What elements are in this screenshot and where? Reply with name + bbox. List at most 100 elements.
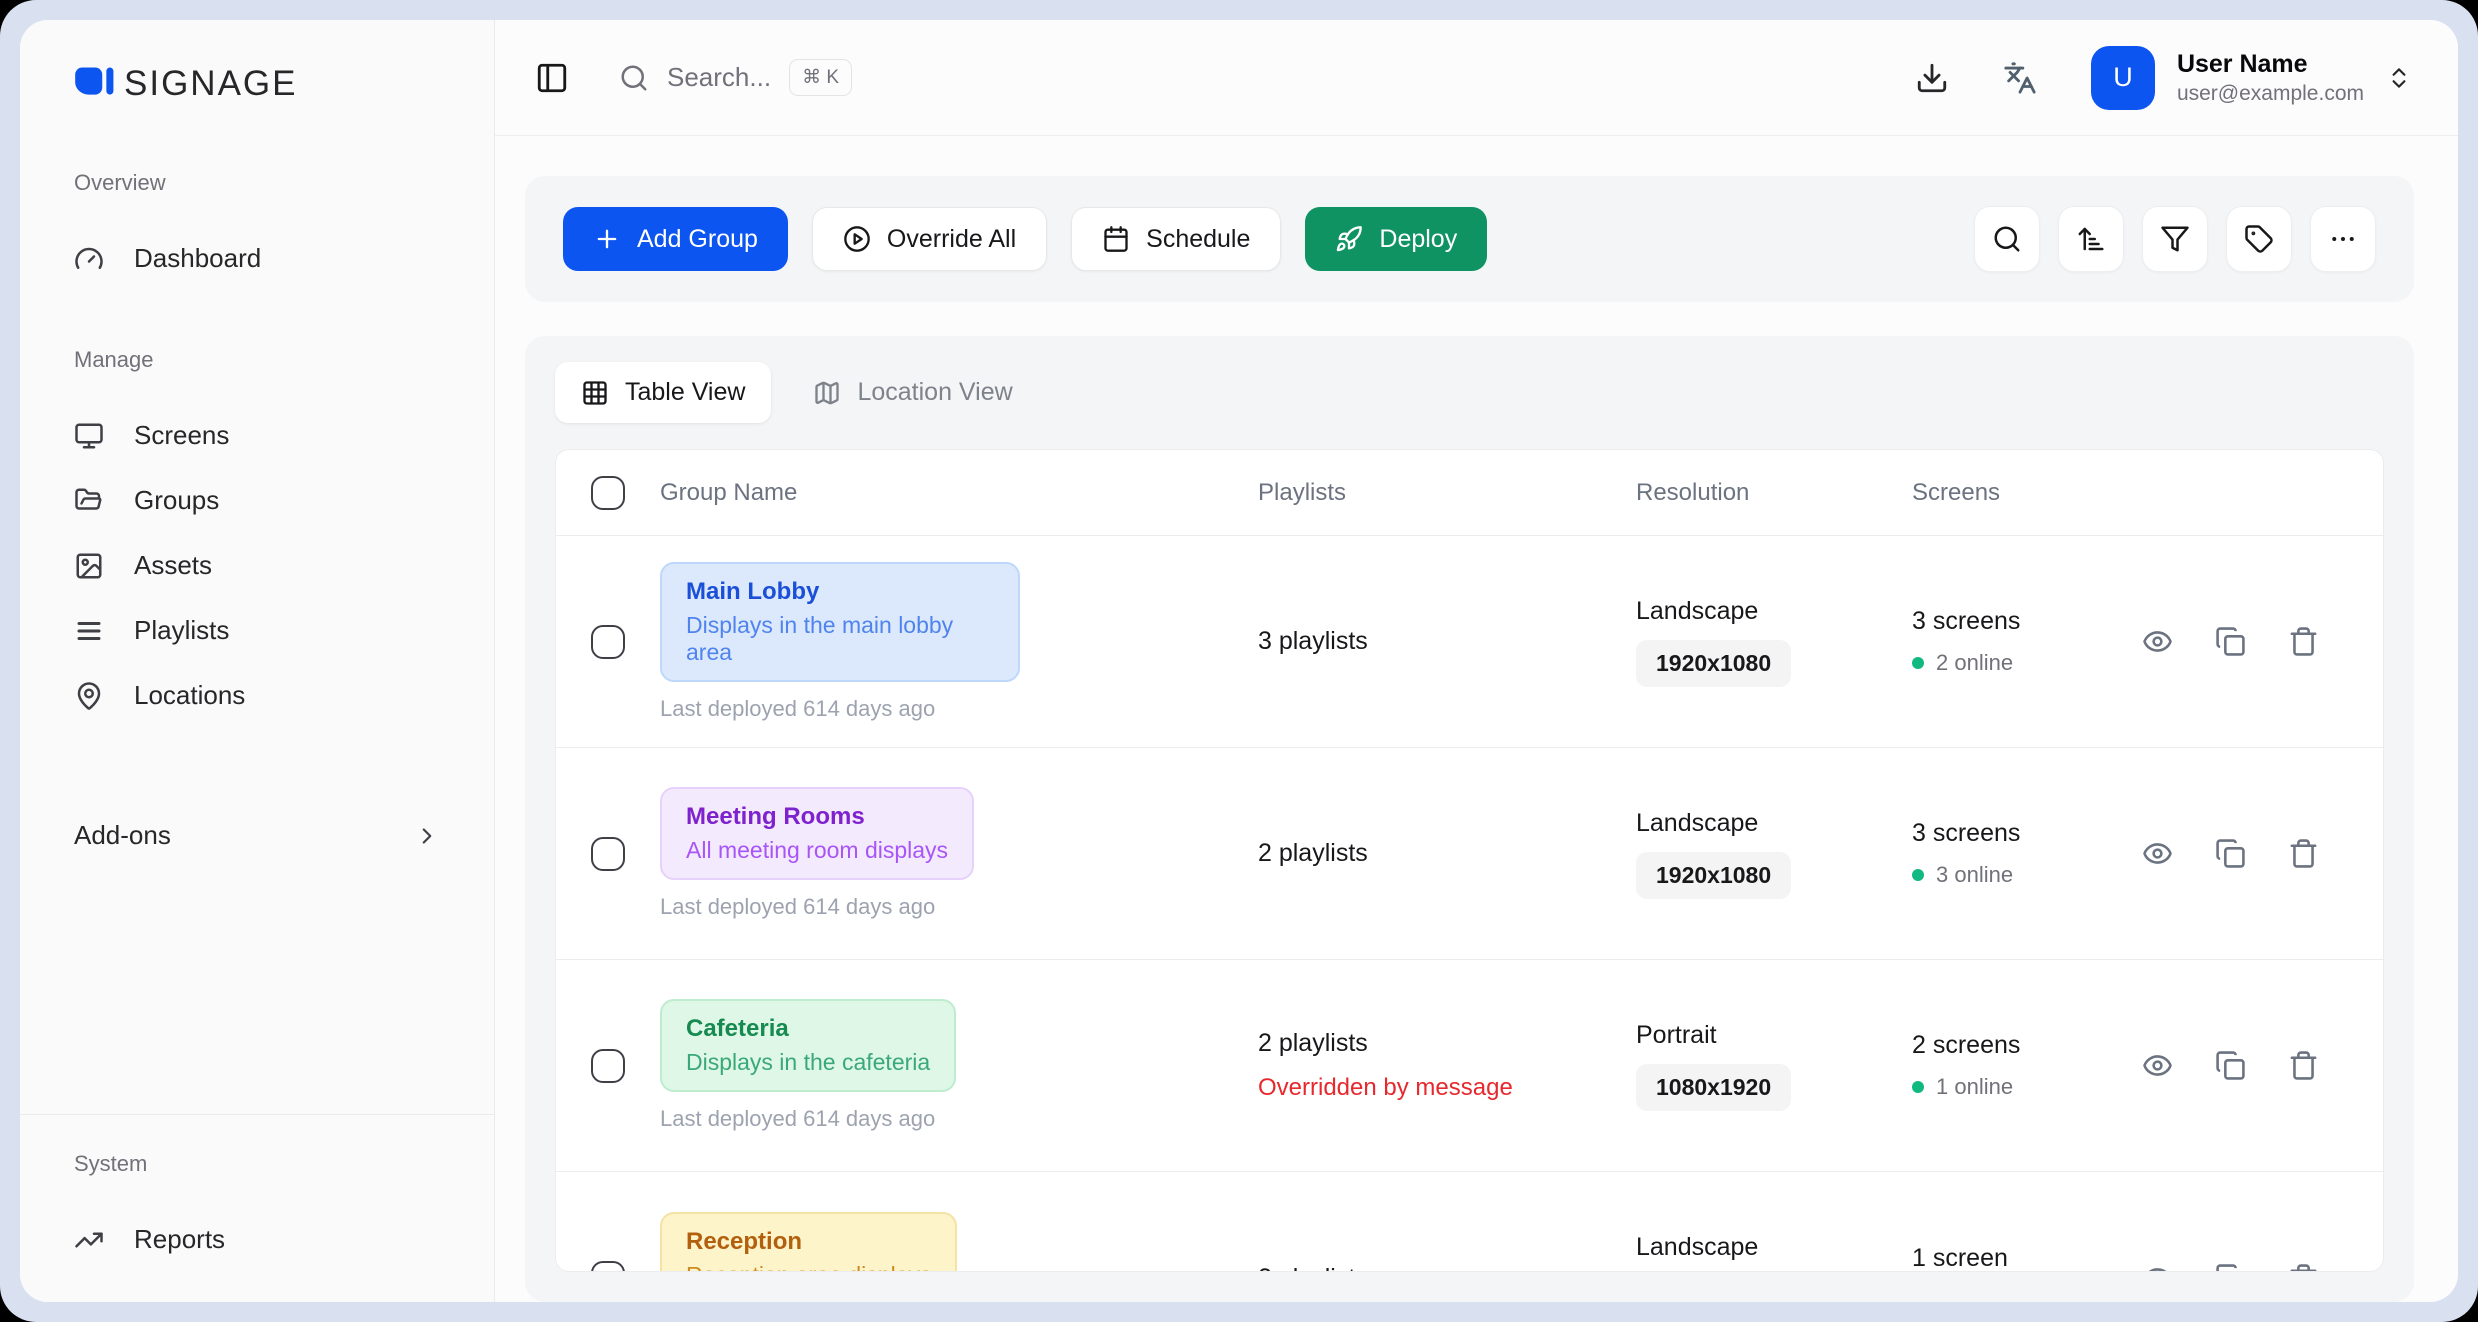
panel-left-icon [535, 61, 569, 95]
row-checkbox[interactable] [591, 625, 625, 659]
delete-group-button[interactable] [2288, 626, 2319, 657]
brand-name: SIGNAGE [124, 64, 297, 104]
group-card[interactable]: Meeting Rooms All meeting room displays [660, 787, 974, 880]
schedule-button[interactable]: Schedule [1071, 207, 1281, 271]
table-header: Group Name Playlists Resolution Screens [556, 450, 2383, 536]
column-group-name: Group Name [660, 479, 1258, 507]
section-label-manage: Manage [20, 347, 494, 373]
online-count: 1 online [1936, 1074, 2013, 1100]
eye-icon [2142, 626, 2173, 657]
view-group-button[interactable] [2142, 626, 2173, 657]
row-checkbox[interactable] [591, 1261, 625, 1272]
plus-icon [593, 225, 621, 253]
trending-up-icon [74, 1225, 104, 1255]
main-area: Search... ⌘ K U User Name [495, 20, 2458, 1302]
addons-label: Add-ons [74, 820, 171, 851]
group-description: Displays in the cafeteria [686, 1049, 930, 1076]
table-row: Cafeteria Displays in the cafeteria Last… [556, 960, 2383, 1172]
group-name: Reception [686, 1228, 931, 1256]
sidebar-item-label: Dashboard [134, 243, 261, 274]
sort-ascending-icon [2076, 224, 2106, 254]
trash-icon [2288, 838, 2319, 869]
duplicate-group-button[interactable] [2215, 1050, 2246, 1081]
add-group-button[interactable]: Add Group [563, 207, 788, 271]
calendar-icon [1102, 225, 1130, 253]
sidebar-item-locations[interactable]: Locations [20, 663, 494, 728]
topbar: Search... ⌘ K U User Name [495, 20, 2458, 136]
view-group-button[interactable] [2142, 1263, 2173, 1273]
copy-icon [2215, 1263, 2246, 1273]
tag-icon [2244, 224, 2274, 254]
select-all-checkbox[interactable] [591, 476, 625, 510]
last-deployed-text: Last deployed 614 days ago [660, 1106, 1258, 1132]
table-panel: Table View Location View Group Name Play… [525, 336, 2414, 1302]
duplicate-group-button[interactable] [2215, 838, 2246, 869]
search-shortcut-badge: ⌘ K [789, 59, 852, 96]
sidebar-item-assets[interactable]: Assets [20, 533, 494, 598]
sidebar-system-section: System Reports [20, 1114, 494, 1302]
delete-group-button[interactable] [2288, 1263, 2319, 1273]
group-card[interactable]: Cafeteria Displays in the cafeteria [660, 999, 956, 1092]
download-button[interactable] [1915, 61, 1949, 95]
sidebar-item-reports[interactable]: Reports [20, 1207, 494, 1272]
sort-button[interactable] [2058, 206, 2124, 272]
playlists-count: 2 playlists [1258, 839, 1636, 868]
tag-button[interactable] [2226, 206, 2292, 272]
tab-table-view[interactable]: Table View [555, 362, 771, 423]
copy-icon [2215, 838, 2246, 869]
delete-group-button[interactable] [2288, 838, 2319, 869]
last-deployed-text: Last deployed 614 days ago [660, 696, 1258, 722]
search-input[interactable]: Search... ⌘ K [619, 59, 852, 96]
more-icon [2328, 224, 2358, 254]
groups-table: Group Name Playlists Resolution Screens … [555, 449, 2384, 1272]
copy-icon [2215, 626, 2246, 657]
sidebar-item-screens[interactable]: Screens [20, 403, 494, 468]
table-row: Main Lobby Displays in the main lobby ar… [556, 536, 2383, 748]
online-dot [1912, 1081, 1924, 1093]
trash-icon [2288, 1263, 2319, 1273]
sidebar-item-playlists[interactable]: Playlists [20, 598, 494, 663]
table-row: Meeting Rooms All meeting room displays … [556, 748, 2383, 960]
column-resolution: Resolution [1636, 479, 1912, 507]
deploy-button[interactable]: Deploy [1305, 207, 1487, 271]
sidebar-toggle-button[interactable] [535, 61, 569, 95]
row-checkbox[interactable] [591, 837, 625, 871]
monitor-icon [74, 421, 104, 451]
view-group-button[interactable] [2142, 1050, 2173, 1081]
group-card[interactable]: Main Lobby Displays in the main lobby ar… [660, 562, 1020, 682]
user-menu[interactable]: U User Name user@example.com [2091, 46, 2412, 110]
sidebar-item-groups[interactable]: Groups [20, 468, 494, 533]
online-count: 3 online [1936, 862, 2013, 888]
view-group-button[interactable] [2142, 838, 2173, 869]
duplicate-group-button[interactable] [2215, 626, 2246, 657]
rocket-icon [1335, 225, 1363, 253]
language-button[interactable] [2003, 61, 2037, 95]
more-button[interactable] [2310, 206, 2376, 272]
chevrons-up-down-icon [2386, 65, 2412, 91]
table-search-button[interactable] [1974, 206, 2040, 272]
playlists-count: 2 playlists [1258, 1029, 1636, 1058]
sidebar-item-addons[interactable]: Add-ons [20, 800, 494, 871]
sidebar-item-label: Groups [134, 485, 219, 516]
image-icon [74, 551, 104, 581]
screens-count: 3 screens [1912, 819, 2142, 848]
column-screens: Screens [1912, 479, 2142, 507]
group-card[interactable]: Reception Reception area displays [660, 1212, 957, 1273]
duplicate-group-button[interactable] [2215, 1263, 2246, 1273]
delete-group-button[interactable] [2288, 1050, 2319, 1081]
tab-location-view[interactable]: Location View [787, 362, 1038, 423]
map-icon [813, 379, 841, 407]
screens-count: 1 screen [1912, 1244, 2142, 1273]
row-checkbox[interactable] [591, 1049, 625, 1083]
resolution-badge: 1920x1080 [1636, 852, 1791, 899]
filter-button[interactable] [2142, 206, 2208, 272]
filter-icon [2160, 224, 2190, 254]
override-all-button[interactable]: Override All [812, 207, 1047, 271]
sidebar: SIGNAGE Overview Dashboard Manage Screen… [20, 20, 495, 1302]
brand-logo[interactable]: SIGNAGE [20, 64, 494, 104]
schedule-label: Schedule [1146, 225, 1250, 254]
sidebar-item-dashboard[interactable]: Dashboard [20, 226, 494, 291]
column-playlists: Playlists [1258, 479, 1636, 507]
content-area: Add Group Override All Schedule Deploy [495, 136, 2458, 1302]
sidebar-item-label: Reports [134, 1224, 225, 1255]
